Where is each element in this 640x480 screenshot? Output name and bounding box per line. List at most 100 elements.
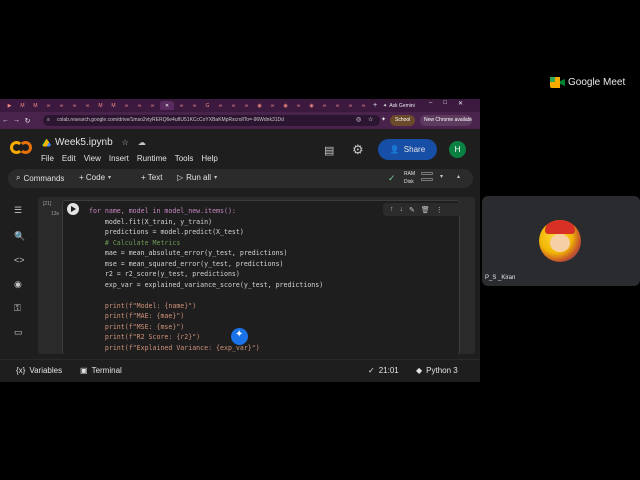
close-icon[interactable]: ✕	[458, 100, 463, 107]
notebook-name[interactable]: Week5.ipynb	[55, 137, 113, 148]
add-text-button[interactable]: + Text	[141, 173, 162, 182]
tab-gmail-icon[interactable]: M	[30, 101, 41, 110]
minimize-icon[interactable]: –	[429, 100, 432, 107]
notebook-title-bar: Week5.ipynb ☆ ☁	[42, 137, 146, 148]
reload-icon[interactable]: ↻	[22, 117, 33, 125]
code-editor[interactable]: for name, model in model_new.items(): mo…	[62, 200, 473, 354]
lens-icon[interactable]: ◎	[356, 116, 361, 123]
execution-count: [21]	[43, 201, 52, 207]
participant-name: P_S _Kiran	[485, 275, 516, 281]
tab-gmail-icon[interactable]: M	[95, 101, 106, 110]
chrome-update-button[interactable]: New Chrome available	[420, 115, 472, 126]
resource-monitor[interactable]: RAM Disk	[404, 170, 415, 186]
chevron-down-icon[interactable]: ▾	[214, 174, 217, 181]
delete-icon[interactable]: 🗑	[421, 206, 430, 214]
maximize-icon[interactable]: □	[443, 100, 447, 107]
menu-help[interactable]: Help	[201, 154, 217, 163]
tab-colab-icon[interactable]: ∞	[215, 101, 226, 110]
kernel-indicator[interactable]: ◆ Python 3	[416, 366, 458, 375]
extensions-icon[interactable]: ✦	[381, 116, 386, 123]
tab-youtube-icon[interactable]: ▶	[4, 101, 15, 110]
tab-colab-icon[interactable]: ∞	[176, 101, 187, 110]
tab-chrome-icon[interactable]: ◉	[254, 101, 265, 110]
tab-google-icon[interactable]: G	[202, 101, 213, 110]
tab-colab-icon[interactable]: ∞	[319, 101, 330, 110]
tab-colab-icon[interactable]: ∞	[43, 101, 54, 110]
tab-colab-icon[interactable]: ∞	[147, 101, 158, 110]
gemini-button-icon[interactable]	[231, 328, 248, 345]
comment-icon[interactable]: ▤	[324, 144, 334, 157]
tab-gmail-icon[interactable]: M	[108, 101, 119, 110]
code-line: print(f"R2 Score: {r2}")	[89, 333, 201, 341]
code-line: r2 = r2_score(y_test, predictions)	[89, 270, 240, 278]
search-icon[interactable]: 🔍	[14, 231, 25, 242]
secrets-key-icon[interactable]: ⚿	[14, 303, 21, 314]
tab-colab-icon[interactable]: ∞	[241, 101, 252, 110]
menu-file[interactable]: File	[41, 154, 54, 163]
code-snippets-icon[interactable]: <>	[14, 255, 25, 265]
move-up-icon[interactable]: ↑	[390, 206, 394, 213]
menu-view[interactable]: View	[84, 154, 101, 163]
menu-bar: File Edit View Insert Runtime Tools Help	[41, 154, 218, 163]
tab-colab-icon[interactable]: ∞	[358, 101, 369, 110]
status-time: 21:01	[378, 366, 399, 375]
tab-colab-icon[interactable]: ∞	[267, 101, 278, 110]
notebook-toolbar: ⌕ Commands + Code ▾ + Text ▷ Run all ▾ ✓	[8, 169, 473, 188]
star-icon[interactable]: ☆	[122, 138, 129, 147]
execution-status[interactable]: ✓ 21:01	[368, 366, 399, 375]
forward-icon[interactable]: →	[11, 117, 22, 124]
code-cell[interactable]: [21] 13s for name, model in model_new.it…	[38, 197, 475, 354]
user-avatar[interactable]: H	[449, 141, 466, 158]
tab-colab-icon[interactable]: ∞	[82, 101, 93, 110]
run-cell-button[interactable]	[67, 203, 79, 215]
menu-tools[interactable]: Tools	[175, 154, 194, 163]
url-text: colab.research.google.com/drive/1mso2vty…	[57, 117, 284, 123]
move-down-icon[interactable]: ↓	[400, 206, 404, 213]
collapse-chevron-up-icon[interactable]: ▴	[457, 173, 460, 180]
profile-button[interactable]: School	[390, 115, 416, 126]
tab-chrome-icon[interactable]: ◉	[280, 101, 291, 110]
tab-colab-icon[interactable]: ∞	[293, 101, 304, 110]
add-code-button[interactable]: + Code ▾	[79, 173, 111, 182]
new-tab-button[interactable]: +	[373, 102, 377, 109]
tab-colab-icon[interactable]: ∞	[189, 101, 200, 110]
variables-icon[interactable]: ◉	[14, 279, 22, 290]
tab-gmail-icon[interactable]: M	[17, 101, 28, 110]
tab-colab-icon[interactable]: ∞	[69, 101, 80, 110]
variables-braces-icon: {x}	[16, 366, 26, 375]
tab-colab-icon[interactable]: ∞	[345, 101, 356, 110]
folder-icon[interactable]: ▭	[14, 327, 23, 338]
tab-colab-icon[interactable]: ∞	[121, 101, 132, 110]
terminal-label: Terminal	[91, 366, 122, 375]
variables-label: Variables	[29, 366, 63, 375]
commands-button[interactable]: ⌕ Commands	[16, 173, 64, 183]
run-all-button[interactable]: ▷ Run all ▾	[177, 173, 217, 182]
more-options-icon[interactable]: ⋮	[436, 206, 443, 214]
back-icon[interactable]: ←	[0, 117, 11, 124]
tab-colab-icon[interactable]: ∞	[134, 101, 145, 110]
menu-edit[interactable]: Edit	[62, 154, 76, 163]
url-input[interactable]: ≡ colab.research.google.com/drive/1mso2v…	[43, 115, 380, 126]
menu-insert[interactable]: Insert	[109, 154, 129, 163]
variables-button[interactable]: {x} Variables	[16, 366, 62, 375]
tab-active-close-icon[interactable]: ✕	[160, 101, 174, 110]
tab-colab-icon[interactable]: ∞	[56, 101, 67, 110]
ask-gemini-button[interactable]: ✦ Ask Gemini	[383, 101, 415, 110]
runtime-chevron-down-icon[interactable]: ▾	[440, 173, 443, 180]
code-line: # Calculate Metrics	[89, 238, 181, 247]
tab-chrome-icon[interactable]: ◉	[306, 101, 317, 110]
participant-avatar	[539, 220, 581, 262]
table-of-contents-icon[interactable]: ☰	[14, 205, 22, 216]
share-button[interactable]: 👤 Share	[378, 139, 437, 160]
edit-pencil-icon[interactable]: ✎	[409, 206, 415, 214]
chevron-down-icon[interactable]: ▾	[108, 174, 111, 181]
terminal-button[interactable]: ▣ Terminal	[80, 366, 122, 375]
bookmark-star-icon[interactable]: ☆	[368, 116, 373, 123]
menu-runtime[interactable]: Runtime	[137, 154, 167, 163]
site-info-icon[interactable]: ≡	[47, 115, 50, 126]
tab-colab-icon[interactable]: ∞	[228, 101, 239, 110]
share-people-icon: 👤	[389, 145, 400, 154]
colab-logo[interactable]	[10, 141, 32, 155]
tab-colab-icon[interactable]: ∞	[332, 101, 343, 110]
gear-icon[interactable]: ⚙	[352, 142, 364, 158]
